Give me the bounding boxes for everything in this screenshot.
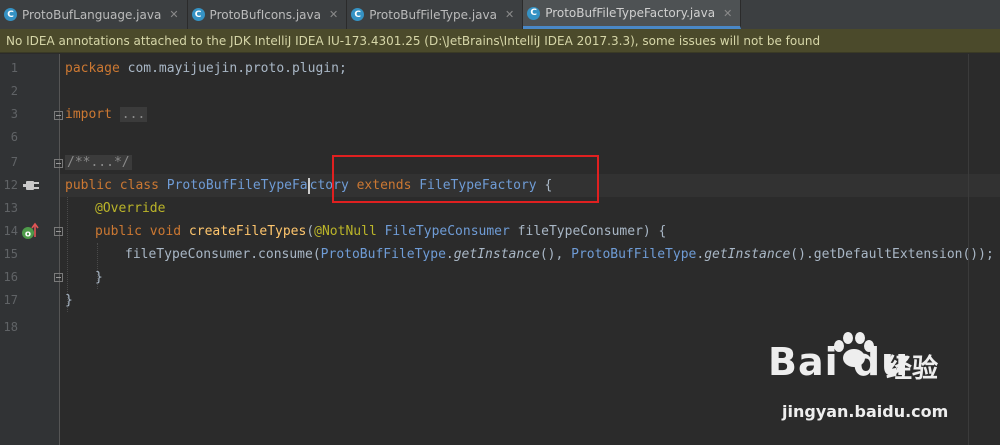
code-line-17: } <box>65 289 73 312</box>
package-name: com.mayijuejin.proto.plugin; <box>119 61 347 76</box>
code-line-16: } <box>95 266 103 289</box>
code-line-7: /**...*/ <box>65 151 132 174</box>
param-type: FileTypeConsumer <box>384 224 510 239</box>
annotation: @NotNull <box>314 224 385 239</box>
brace: } <box>65 293 73 308</box>
tab-protobuf-file-type-factory[interactable]: C ProtoBufFileTypeFactory.java ✕ <box>523 0 742 29</box>
keyword: public void <box>95 224 189 239</box>
tab-label: ProtoBufFileTypeFactory.java <box>545 6 716 20</box>
close-icon[interactable]: ✕ <box>169 8 178 21</box>
watermark-cn: 经验 <box>886 354 939 384</box>
close-icon[interactable]: ✕ <box>505 8 514 21</box>
close-icon[interactable]: ✕ <box>723 7 732 20</box>
line-number: 2 <box>10 84 18 98</box>
baidu-jingyan-watermark: Bai du 经验 jingyan.baidu.com <box>760 330 1000 440</box>
brace: } <box>95 270 103 285</box>
tab-label: ProtoBufLanguage.java <box>22 7 162 22</box>
class-name: ProtoBufFileTypeFa <box>166 178 308 193</box>
param-name: fileTypeConsumer) { <box>509 224 667 239</box>
c-class-icon: C <box>191 8 205 21</box>
folded-doc-comment[interactable]: /**...*/ <box>65 155 132 170</box>
editor-tab-bar: C ProtoBufLanguage.java ✕ C ProtoBufIcon… <box>0 0 1000 30</box>
static-call: getInstance <box>453 247 540 262</box>
line-number: 1 <box>10 61 18 75</box>
dot: . <box>445 247 454 262</box>
tab-protobuf-file-type[interactable]: C ProtoBufFileType.java ✕ <box>347 0 524 29</box>
tab-label: ProtoBufIcons.java <box>209 7 321 22</box>
line-number: 6 <box>10 130 18 144</box>
override-method-icon[interactable]: o <box>21 222 39 242</box>
class-ref: ProtoBufFileType <box>320 247 446 262</box>
code-line-13: @Override <box>95 197 165 220</box>
code-line-3: import ... <box>65 103 148 126</box>
line-number: 7 <box>10 155 18 169</box>
args: ().getDefaultExtension()); <box>790 247 994 262</box>
c-class-icon: C <box>351 8 365 21</box>
method-call: fileTypeConsumer.consume( <box>125 247 321 262</box>
tab-label: ProtoBufFileType.java <box>369 7 497 22</box>
line-number: 15 <box>3 247 18 261</box>
jdk-annotations-warning-banner: No IDEA annotations attached to the JDK … <box>0 29 1000 53</box>
watermark-url: jingyan.baidu.com <box>782 402 949 421</box>
args: (), <box>539 247 572 262</box>
svg-text:o: o <box>25 230 31 240</box>
line-number: 12 <box>3 178 18 192</box>
keyword: public class <box>65 178 167 193</box>
line-number: 13 <box>3 201 18 215</box>
code-line-1: package com.mayijuejin.proto.plugin; <box>65 57 347 80</box>
tab-protobuf-language[interactable]: C ProtoBufLanguage.java ✕ <box>0 0 188 29</box>
c-class-icon: C <box>4 8 17 21</box>
code-line-15: fileTypeConsumer.consume(ProtoBufFileTyp… <box>125 243 994 266</box>
line-number: 16 <box>3 270 18 284</box>
line-number: 3 <box>10 107 18 121</box>
tab-protobuf-icons[interactable]: C ProtoBufIcons.java ✕ <box>188 0 348 29</box>
paren: ( <box>306 224 315 239</box>
folded-imports[interactable]: ... <box>119 107 148 122</box>
static-call: getInstance <box>704 247 791 262</box>
keyword: import <box>65 107 112 122</box>
plug-icon[interactable] <box>22 176 40 194</box>
line-number: 18 <box>3 320 18 334</box>
highlight-annotation-box <box>332 155 599 203</box>
class-ref: ProtoBufFileType <box>571 247 697 262</box>
keyword: package <box>65 61 120 76</box>
close-icon[interactable]: ✕ <box>329 8 338 21</box>
annotation: @Override <box>95 201 166 216</box>
code-line-14: public void createFileTypes(@NotNull Fil… <box>95 220 666 243</box>
editor-gutter: 1 2 3 6 7 12 13 14 15 16 17 18 o <box>0 54 63 445</box>
method-name: createFileTypes <box>188 224 307 239</box>
c-class-icon: C <box>527 6 541 20</box>
line-number: 17 <box>3 293 18 307</box>
line-number: 14 <box>3 224 18 238</box>
